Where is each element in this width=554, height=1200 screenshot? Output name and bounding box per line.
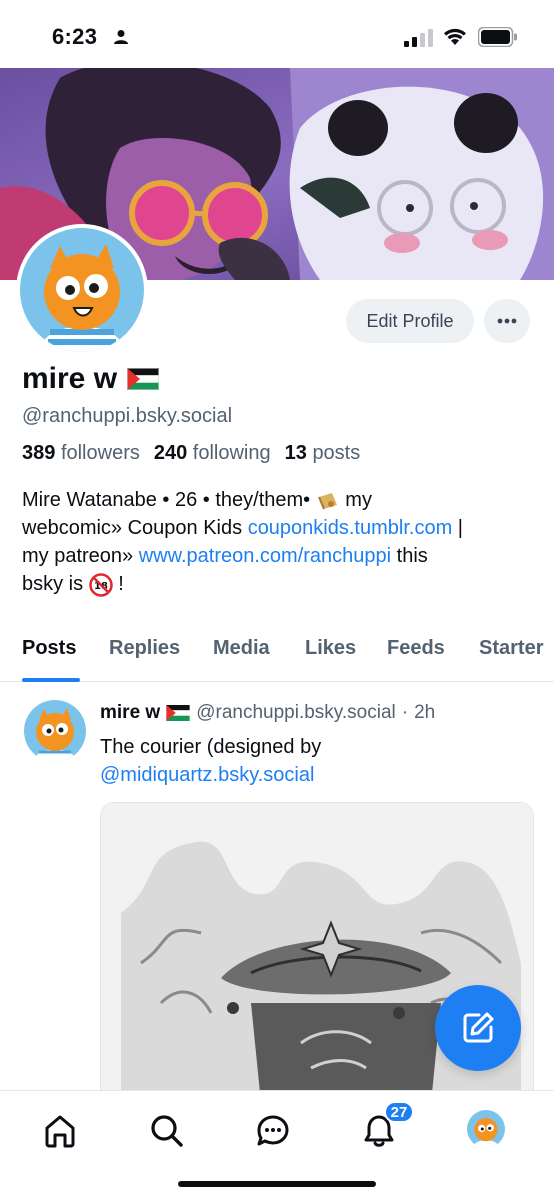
nav-home[interactable]: [38, 1109, 82, 1153]
post-timestamp: 2h: [414, 702, 436, 723]
palestine-flag-icon: [166, 705, 190, 721]
profile-tabs: Posts Replies Media Likes Feeds Starter: [0, 620, 554, 682]
no-under-18-icon: 18: [88, 572, 113, 597]
post-mention-link[interactable]: @midiquartz.bsky.social: [100, 764, 314, 786]
more-options-button[interactable]: [484, 299, 530, 343]
notifications-badge: 27: [384, 1101, 414, 1123]
profile-avatar[interactable]: [16, 224, 148, 356]
nav-profile-avatar[interactable]: [467, 1110, 505, 1148]
post-body-text: The courier (designed by: [100, 736, 322, 758]
post-author-name[interactable]: mire w: [100, 702, 160, 724]
display-name: mire w: [22, 362, 160, 396]
following-stat[interactable]: 240 following: [154, 442, 271, 465]
tab-replies[interactable]: Replies: [109, 637, 180, 660]
following-label: following: [192, 442, 271, 464]
person-icon: [114, 30, 128, 44]
edit-profile-button[interactable]: Edit Profile: [346, 299, 474, 343]
followers-stat[interactable]: 389 followers: [22, 442, 140, 465]
bio-text: !: [112, 573, 124, 595]
battery-icon: [478, 27, 517, 47]
followers-count: 389: [22, 442, 56, 464]
bio-text: this: [391, 545, 428, 567]
status-bar: 6:23: [0, 0, 554, 68]
avatar-artwork: [467, 1110, 505, 1148]
home-indicator: [178, 1181, 376, 1187]
nav-search[interactable]: [145, 1109, 189, 1153]
profile-handle: @ranchuppi.bsky.social: [22, 405, 233, 427]
tab-media[interactable]: Media: [213, 637, 270, 660]
status-time: 6:23: [52, 24, 98, 49]
search-icon: [151, 1115, 183, 1147]
bio-text: webcomic» Coupon Kids: [22, 517, 248, 539]
scroll-icon: [317, 492, 337, 510]
bio-link-tumblr[interactable]: couponkids.tumblr.com: [248, 517, 453, 539]
bio-link-patreon[interactable]: www.patreon.com/ranchuppi: [139, 545, 391, 567]
wifi-icon: [444, 28, 466, 45]
avatar-artwork: [24, 700, 86, 762]
post-header: mire w @ranchuppi.bsky.social · 2h: [100, 702, 435, 724]
bio-text: Mire Watanabe • 26 • they/them•: [22, 489, 316, 511]
bio-text: bsky is: [22, 573, 89, 595]
posts-count: 13: [284, 442, 307, 464]
post-author-avatar[interactable]: [24, 700, 86, 762]
compose-icon: [463, 1012, 494, 1043]
display-name-text: mire w: [22, 362, 118, 395]
bio-text: my: [339, 489, 372, 511]
bio-text: |: [452, 517, 463, 539]
compose-button[interactable]: [435, 985, 521, 1071]
cellular-signal-icon: [404, 29, 433, 47]
ellipsis-icon: [497, 318, 517, 324]
post-author-handle[interactable]: @ranchuppi.bsky.social: [196, 702, 396, 724]
avatar-artwork: [20, 228, 144, 352]
chat-icon: [257, 1115, 289, 1146]
post-separator: ·: [401, 702, 409, 723]
active-tab-indicator: [22, 678, 80, 682]
nav-chat[interactable]: [251, 1109, 295, 1153]
followers-label: followers: [60, 442, 140, 464]
profile-stats: 389 followers 240 following 13 posts: [22, 442, 360, 465]
palestine-flag-icon: [127, 368, 160, 390]
profile-bio: Mire Watanabe • 26 • they/them• my webco…: [22, 486, 542, 598]
tab-likes[interactable]: Likes: [305, 637, 356, 660]
tab-feeds[interactable]: Feeds: [387, 637, 445, 660]
posts-label: posts: [312, 442, 361, 464]
tab-starter[interactable]: Starter: [479, 637, 543, 660]
tab-posts[interactable]: Posts: [22, 637, 76, 660]
posts-stat: 13 posts: [285, 442, 361, 465]
following-count: 240: [153, 442, 188, 464]
home-icon: [45, 1115, 75, 1148]
post-text: The courier (designed by @midiquartz.bsk…: [100, 733, 530, 789]
bio-text: my patreon»: [22, 545, 139, 567]
